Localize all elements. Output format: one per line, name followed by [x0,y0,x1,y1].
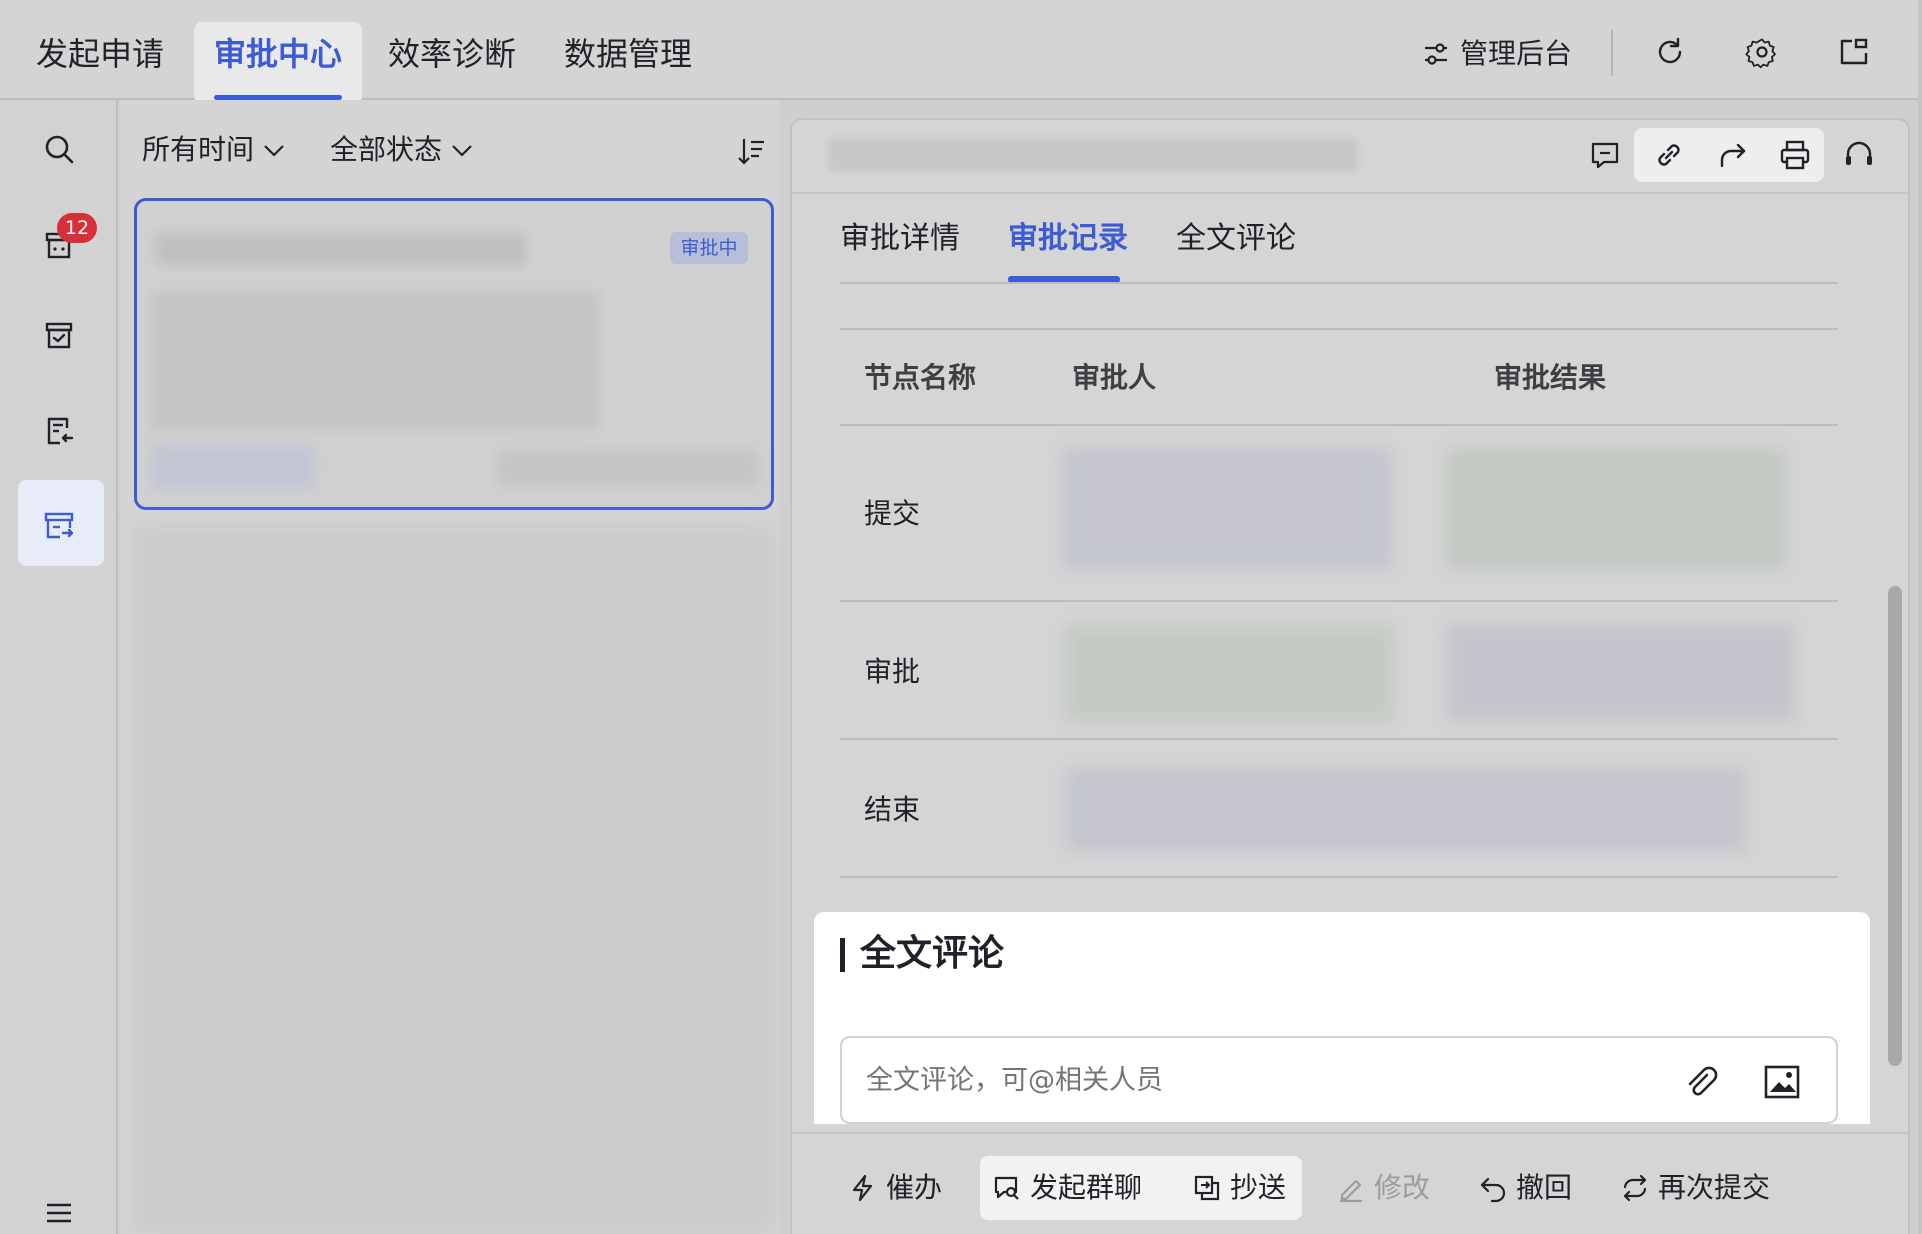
withdraw-button[interactable]: 撤回 [1478,1162,1572,1214]
chevron-down-icon [264,145,284,157]
tab-full-comments[interactable]: 全文评论 [1176,214,1296,264]
edit-button[interactable]: 修改 [1336,1162,1430,1214]
pencil-icon [1340,1179,1362,1203]
divider [1611,30,1613,76]
redacted-result [1446,624,1796,722]
table-row-node: 提交 [864,497,921,530]
divider [840,424,1838,426]
sliders-icon [1425,43,1447,65]
lightning-icon [852,1174,873,1202]
search-icon[interactable] [42,132,76,166]
table-top-border [840,328,1838,330]
redacted-title [156,232,526,266]
divider [840,876,1838,878]
column-header-result: 审批结果 [1494,361,1607,394]
divider [792,192,1908,194]
tab-data-management[interactable]: 数据管理 [564,22,692,104]
redacted-list-items [134,524,774,1234]
urge-label: 催办 [886,1171,943,1204]
scrollbar-thumb[interactable] [1888,586,1902,1066]
group-chat-button[interactable]: 发起群聊 [992,1162,1142,1214]
chat-search-icon [994,1176,1019,1200]
admin-console-button[interactable]: 管理后台 [1422,30,1572,78]
resubmit-label: 再次提交 [1658,1171,1771,1204]
tab-start-request[interactable]: 发起申请 [36,22,164,104]
admin-console-label: 管理后台 [1460,37,1573,70]
divider [840,282,1838,284]
tab-approval-center[interactable]: 审批中心 [194,22,363,104]
gear-icon[interactable] [1744,34,1780,70]
cc-label: 抄送 [1230,1171,1287,1204]
redacted-content [150,444,316,490]
edit-label: 修改 [1374,1171,1431,1204]
status-filter-dropdown[interactable]: 全部状态 [330,128,474,172]
undo-icon [1480,1177,1506,1203]
pending-count-badge: 12 [57,213,97,243]
sort-icon[interactable] [736,136,766,166]
sent-archive-icon[interactable] [42,508,76,542]
link-icon[interactable] [1652,138,1686,172]
redacted-approver [1062,448,1392,570]
section-marker [840,938,845,972]
share-icon[interactable] [1716,138,1750,172]
redacted-content [150,292,600,430]
time-filter-label: 所有时间 [142,133,255,166]
time-filter-dropdown[interactable]: 所有时间 [142,128,286,172]
new-window-icon[interactable] [1836,34,1872,70]
window-edge [1918,0,1922,1234]
image-icon[interactable] [1762,1062,1802,1102]
status-badge: 审批中 [670,232,748,264]
comment-section-title: 全文评论 [860,933,1005,974]
received-doc-icon[interactable] [42,414,76,448]
status-filter-label: 全部状态 [330,133,443,166]
redacted-title [828,138,1358,172]
approved-archive-icon[interactable] [42,318,76,352]
resubmit-button[interactable]: 再次提交 [1620,1162,1770,1214]
redacted-approver [1064,624,1394,722]
redacted-approver [1066,768,1746,852]
tab-approval-records[interactable]: 审批记录 [1008,214,1128,264]
attachment-icon[interactable] [1680,1062,1720,1102]
withdraw-label: 撤回 [1516,1171,1573,1204]
comment-icon[interactable] [1588,138,1622,172]
cc-button[interactable]: 抄送 [1192,1162,1286,1214]
copy-send-icon [1194,1175,1220,1201]
table-row-node: 审批 [864,655,921,688]
chevron-down-icon [452,145,472,157]
column-header-node: 节点名称 [864,361,977,394]
tab-approval-details[interactable]: 审批详情 [840,214,960,264]
left-rail [0,100,118,1234]
table-row-node: 结束 [864,793,921,826]
refresh-icon[interactable] [1652,34,1688,70]
tab-efficiency-diagnosis[interactable]: 效率诊断 [388,22,516,104]
column-header-approver: 审批人 [1072,361,1157,394]
divider [840,600,1838,602]
redacted-content [496,450,758,486]
headset-icon[interactable] [1842,138,1876,172]
menu-icon[interactable] [42,1196,76,1230]
divider [840,738,1838,740]
urge-button[interactable]: 催办 [848,1162,942,1214]
print-icon[interactable] [1778,138,1812,172]
group-chat-label: 发起群聊 [1030,1171,1143,1204]
repeat-icon [1623,1174,1647,1202]
redacted-result [1446,448,1786,570]
